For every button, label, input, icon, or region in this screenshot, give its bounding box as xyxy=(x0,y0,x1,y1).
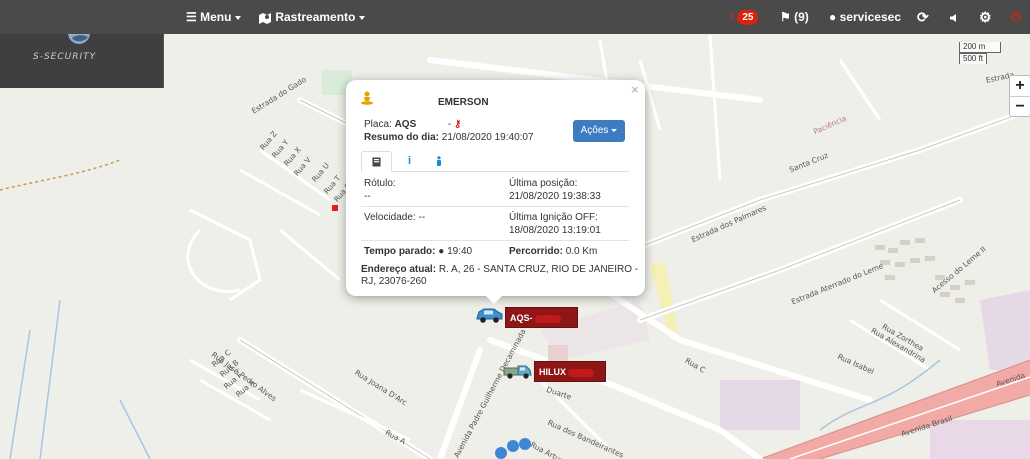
tab-summary[interactable] xyxy=(361,151,392,172)
power-icon: ⏻ xyxy=(1011,9,1022,24)
rastreamento-label: Rastreamento xyxy=(275,10,356,24)
placa-suffix: - xyxy=(447,119,452,130)
map-icon xyxy=(259,12,271,24)
logout-button[interactable]: ⏻ xyxy=(1011,0,1021,34)
key-icon: ⚷ xyxy=(453,119,462,130)
scale-imperial: 500 ft xyxy=(959,53,987,64)
logo-text: S-SECURITY xyxy=(33,52,97,62)
user-name: servicesec xyxy=(839,10,901,24)
sound-button[interactable] xyxy=(949,0,959,34)
ultima-ignicao-label: Última Ignição OFF: xyxy=(509,212,598,223)
flags-button[interactable]: ⚑ (9) xyxy=(780,0,809,34)
user-icon: ● xyxy=(829,10,837,24)
zoom-in-button[interactable]: + xyxy=(1010,76,1030,96)
popup-pointer xyxy=(485,295,503,304)
placa-label: Placa: xyxy=(364,119,392,130)
divider xyxy=(361,240,629,241)
driver-name: EMERSON xyxy=(438,97,489,108)
vehicle-label-hilux[interactable]: HILUX xyxy=(534,361,606,382)
flag-icon: ⚑ xyxy=(780,10,791,24)
acoes-button[interactable]: Ações xyxy=(573,120,625,142)
velocidade-row: Velocidade: -- xyxy=(364,212,425,223)
resumo-value: 21/08/2020 19:40:07 xyxy=(441,132,534,143)
alert-icon: ! xyxy=(730,10,734,24)
book-icon xyxy=(372,157,381,167)
vehicle-marker-car[interactable] xyxy=(474,306,504,324)
tempo-parado-row: Tempo parado: ● 19:40 xyxy=(364,246,472,257)
vehicle-popup: × EMERSON Placa: AQS - ⚷ Resumo do dia: … xyxy=(346,80,645,296)
tempo-parado-label: Tempo parado: xyxy=(364,246,436,257)
vehicle-marker-truck[interactable] xyxy=(502,362,534,380)
user-menu[interactable]: ● servicesec xyxy=(829,0,901,34)
acoes-label: Ações xyxy=(580,125,609,136)
vehicle-plate: AQS- xyxy=(510,313,533,323)
vehicle-label-aqs[interactable]: AQS- xyxy=(505,307,578,328)
endereco-row: Endereço atual: R. A, 26 - SANTA CRUZ, R… xyxy=(361,264,638,275)
rotulo-value: -- xyxy=(364,191,371,202)
scale-metric: 200 m xyxy=(959,42,1001,53)
car-icon xyxy=(476,308,503,323)
gear-icon: ⚙ xyxy=(979,9,992,25)
hamburger-icon: ☰ xyxy=(186,10,197,24)
refresh-icon: ⟳ xyxy=(917,9,929,25)
tab-info[interactable]: i xyxy=(394,151,425,172)
volume-icon xyxy=(950,13,956,22)
ultima-posicao-value: 21/08/2020 19:38:33 xyxy=(509,191,601,202)
tab-driver[interactable] xyxy=(423,151,454,172)
menu-button[interactable]: ☰ Menu xyxy=(186,0,242,34)
close-icon[interactable]: × xyxy=(631,82,639,97)
velocidade-label: Velocidade: xyxy=(364,212,416,223)
placa-row: Placa: AQS - ⚷ xyxy=(364,119,461,130)
alerts-button[interactable]: ! 25 xyxy=(730,0,759,34)
top-navbar: ☰ Menu Rastreamento ! 25 ⚑ (9) ● service… xyxy=(0,0,1030,34)
zoom-out-button[interactable]: − xyxy=(1010,96,1030,116)
percorrido-row: Percorrido: 0.0 Km xyxy=(509,246,597,257)
placa-value: AQS xyxy=(394,119,417,130)
flags-count: (9) xyxy=(794,10,809,24)
tempo-parado-value: 19:40 xyxy=(447,246,473,257)
ultima-posicao-label: Última posição: xyxy=(509,178,578,189)
endereco-label: Endereço atual: xyxy=(361,264,437,275)
truck-icon xyxy=(503,365,532,379)
endereco-value: R. A, 26 - SANTA CRUZ, RIO DE JANEIRO - xyxy=(438,264,639,275)
zoom-control: + − xyxy=(1009,75,1030,117)
refresh-button[interactable]: ⟳ xyxy=(917,0,929,34)
rotulo-label: Rótulo: xyxy=(364,178,396,189)
endereco-value-line2: RJ, 23076-260 xyxy=(361,276,427,287)
popup-tabs: i xyxy=(361,151,629,172)
settings-button[interactable]: ⚙ xyxy=(979,0,992,34)
map-scale: 200 m 500 ft xyxy=(959,42,1001,64)
chevron-down-icon xyxy=(611,128,618,132)
driver-icon xyxy=(361,91,373,105)
chevron-down-icon xyxy=(359,15,366,20)
percorrido-value: 0.0 Km xyxy=(565,246,598,257)
resumo-label: Resumo do dia: xyxy=(364,132,440,143)
percorrido-label: Percorrido: xyxy=(509,246,563,257)
velocidade-value: -- xyxy=(418,212,426,223)
person-icon xyxy=(436,156,441,167)
clock-icon: ● xyxy=(438,246,445,257)
resumo-row: Resumo do dia: 21/08/2020 19:40:07 xyxy=(364,132,534,143)
divider xyxy=(361,206,629,207)
chevron-down-icon xyxy=(235,15,242,20)
menu-label: Menu xyxy=(200,10,232,24)
redacted-plate xyxy=(568,368,594,377)
ultima-ignicao-value: 18/08/2020 13:19:01 xyxy=(509,225,601,236)
redacted-plate xyxy=(534,314,561,323)
alerts-badge: 25 xyxy=(737,10,759,26)
info-icon: i xyxy=(407,155,412,167)
rastreamento-button[interactable]: Rastreamento xyxy=(258,0,366,34)
vehicle-plate: HILUX xyxy=(539,367,566,377)
